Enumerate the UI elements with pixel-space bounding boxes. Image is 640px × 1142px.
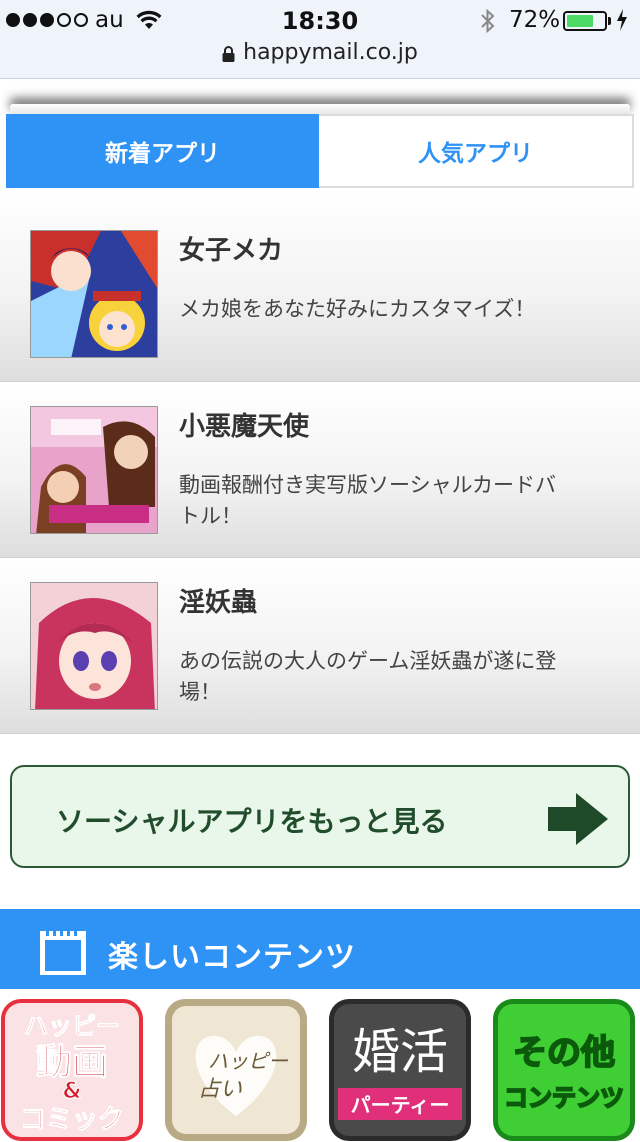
status-bar: au 18:30 72% happymail.co.jp — [0, 0, 640, 79]
svg-text:その他: その他 — [513, 1033, 615, 1073]
other-contents-icon[interactable]: その他 コンテンツ — [492, 998, 636, 1142]
app-name: 女子メカ — [179, 236, 284, 266]
list-item[interactable]: 淫妖蟲 あの伝説の大人のゲーム淫妖蟲が遂に登場！ — [0, 558, 640, 734]
app-thumbnail — [30, 406, 158, 534]
battery-icon — [563, 11, 607, 31]
section-header: 楽しいコンテンツ — [0, 909, 640, 989]
arrow-right-icon — [546, 791, 610, 851]
app-name: 小悪魔天使 — [179, 412, 310, 442]
svg-text:&: & — [62, 1079, 81, 1104]
app-name: 淫妖蟲 — [179, 588, 258, 618]
notepad-icon — [38, 927, 88, 981]
svg-text:動画: 動画 — [36, 1042, 108, 1083]
content-icons-row: ハッピー 動画 & コミック ハッピー 占い 婚活 パーティー その他 コンテン… — [0, 998, 640, 1141]
charging-bolt-icon — [616, 9, 628, 35]
svg-text:ハッピー: ハッピー — [208, 1049, 289, 1073]
svg-text:パーティー: パーティー — [351, 1093, 450, 1117]
svg-text:婚活: 婚活 — [352, 1024, 448, 1080]
battery-percent: 72% — [509, 7, 561, 33]
app-description: 動画報酬付き実写版ソーシャルカードバトル！ — [179, 473, 556, 528]
app-description: あの伝説の大人のゲーム淫妖蟲が遂に登場！ — [179, 649, 557, 704]
app-description: メカ娘をあなた好みにカスタマイズ！ — [179, 297, 536, 321]
svg-text:コンテンツ: コンテンツ — [504, 1084, 624, 1112]
more-social-apps-button[interactable]: ソーシャルアプリをもっと見る — [10, 765, 630, 868]
app-thumbnail — [30, 582, 158, 710]
lock-icon — [222, 45, 235, 62]
app-list: 女子メカ メカ娘をあなた好みにカスタマイズ！ 小悪魔天使 動画報酬付き実写版ソー… — [0, 190, 640, 734]
more-button-label: ソーシャルアプリをもっと見る — [56, 805, 448, 838]
bluetooth-icon — [480, 8, 496, 38]
happy-video-comic-icon[interactable]: ハッピー 動画 & コミック — [0, 998, 144, 1142]
list-item[interactable]: 女子メカ メカ娘をあなた好みにカスタマイズ！ — [0, 190, 640, 382]
svg-text:コミック: コミック — [20, 1105, 124, 1135]
url-text: happymail.co.jp — [243, 40, 418, 65]
tab-new-apps[interactable]: 新着アプリ — [6, 114, 319, 188]
konkatsu-party-icon[interactable]: 婚活 パーティー — [328, 998, 472, 1142]
section-title: 楽しいコンテンツ — [108, 940, 356, 975]
tab-popular-apps[interactable]: 人気アプリ — [319, 114, 634, 188]
happy-fortune-icon[interactable]: ハッピー 占い — [164, 998, 308, 1142]
address-bar[interactable]: happymail.co.jp — [0, 40, 640, 70]
svg-text:占い: 占い — [198, 1077, 242, 1102]
list-item[interactable]: 小悪魔天使 動画報酬付き実写版ソーシャルカードバトル！ — [0, 382, 640, 558]
svg-text:ハッピー: ハッピー — [24, 1012, 120, 1040]
app-tabs: 新着アプリ 人気アプリ — [6, 114, 634, 188]
app-thumbnail — [30, 230, 158, 358]
